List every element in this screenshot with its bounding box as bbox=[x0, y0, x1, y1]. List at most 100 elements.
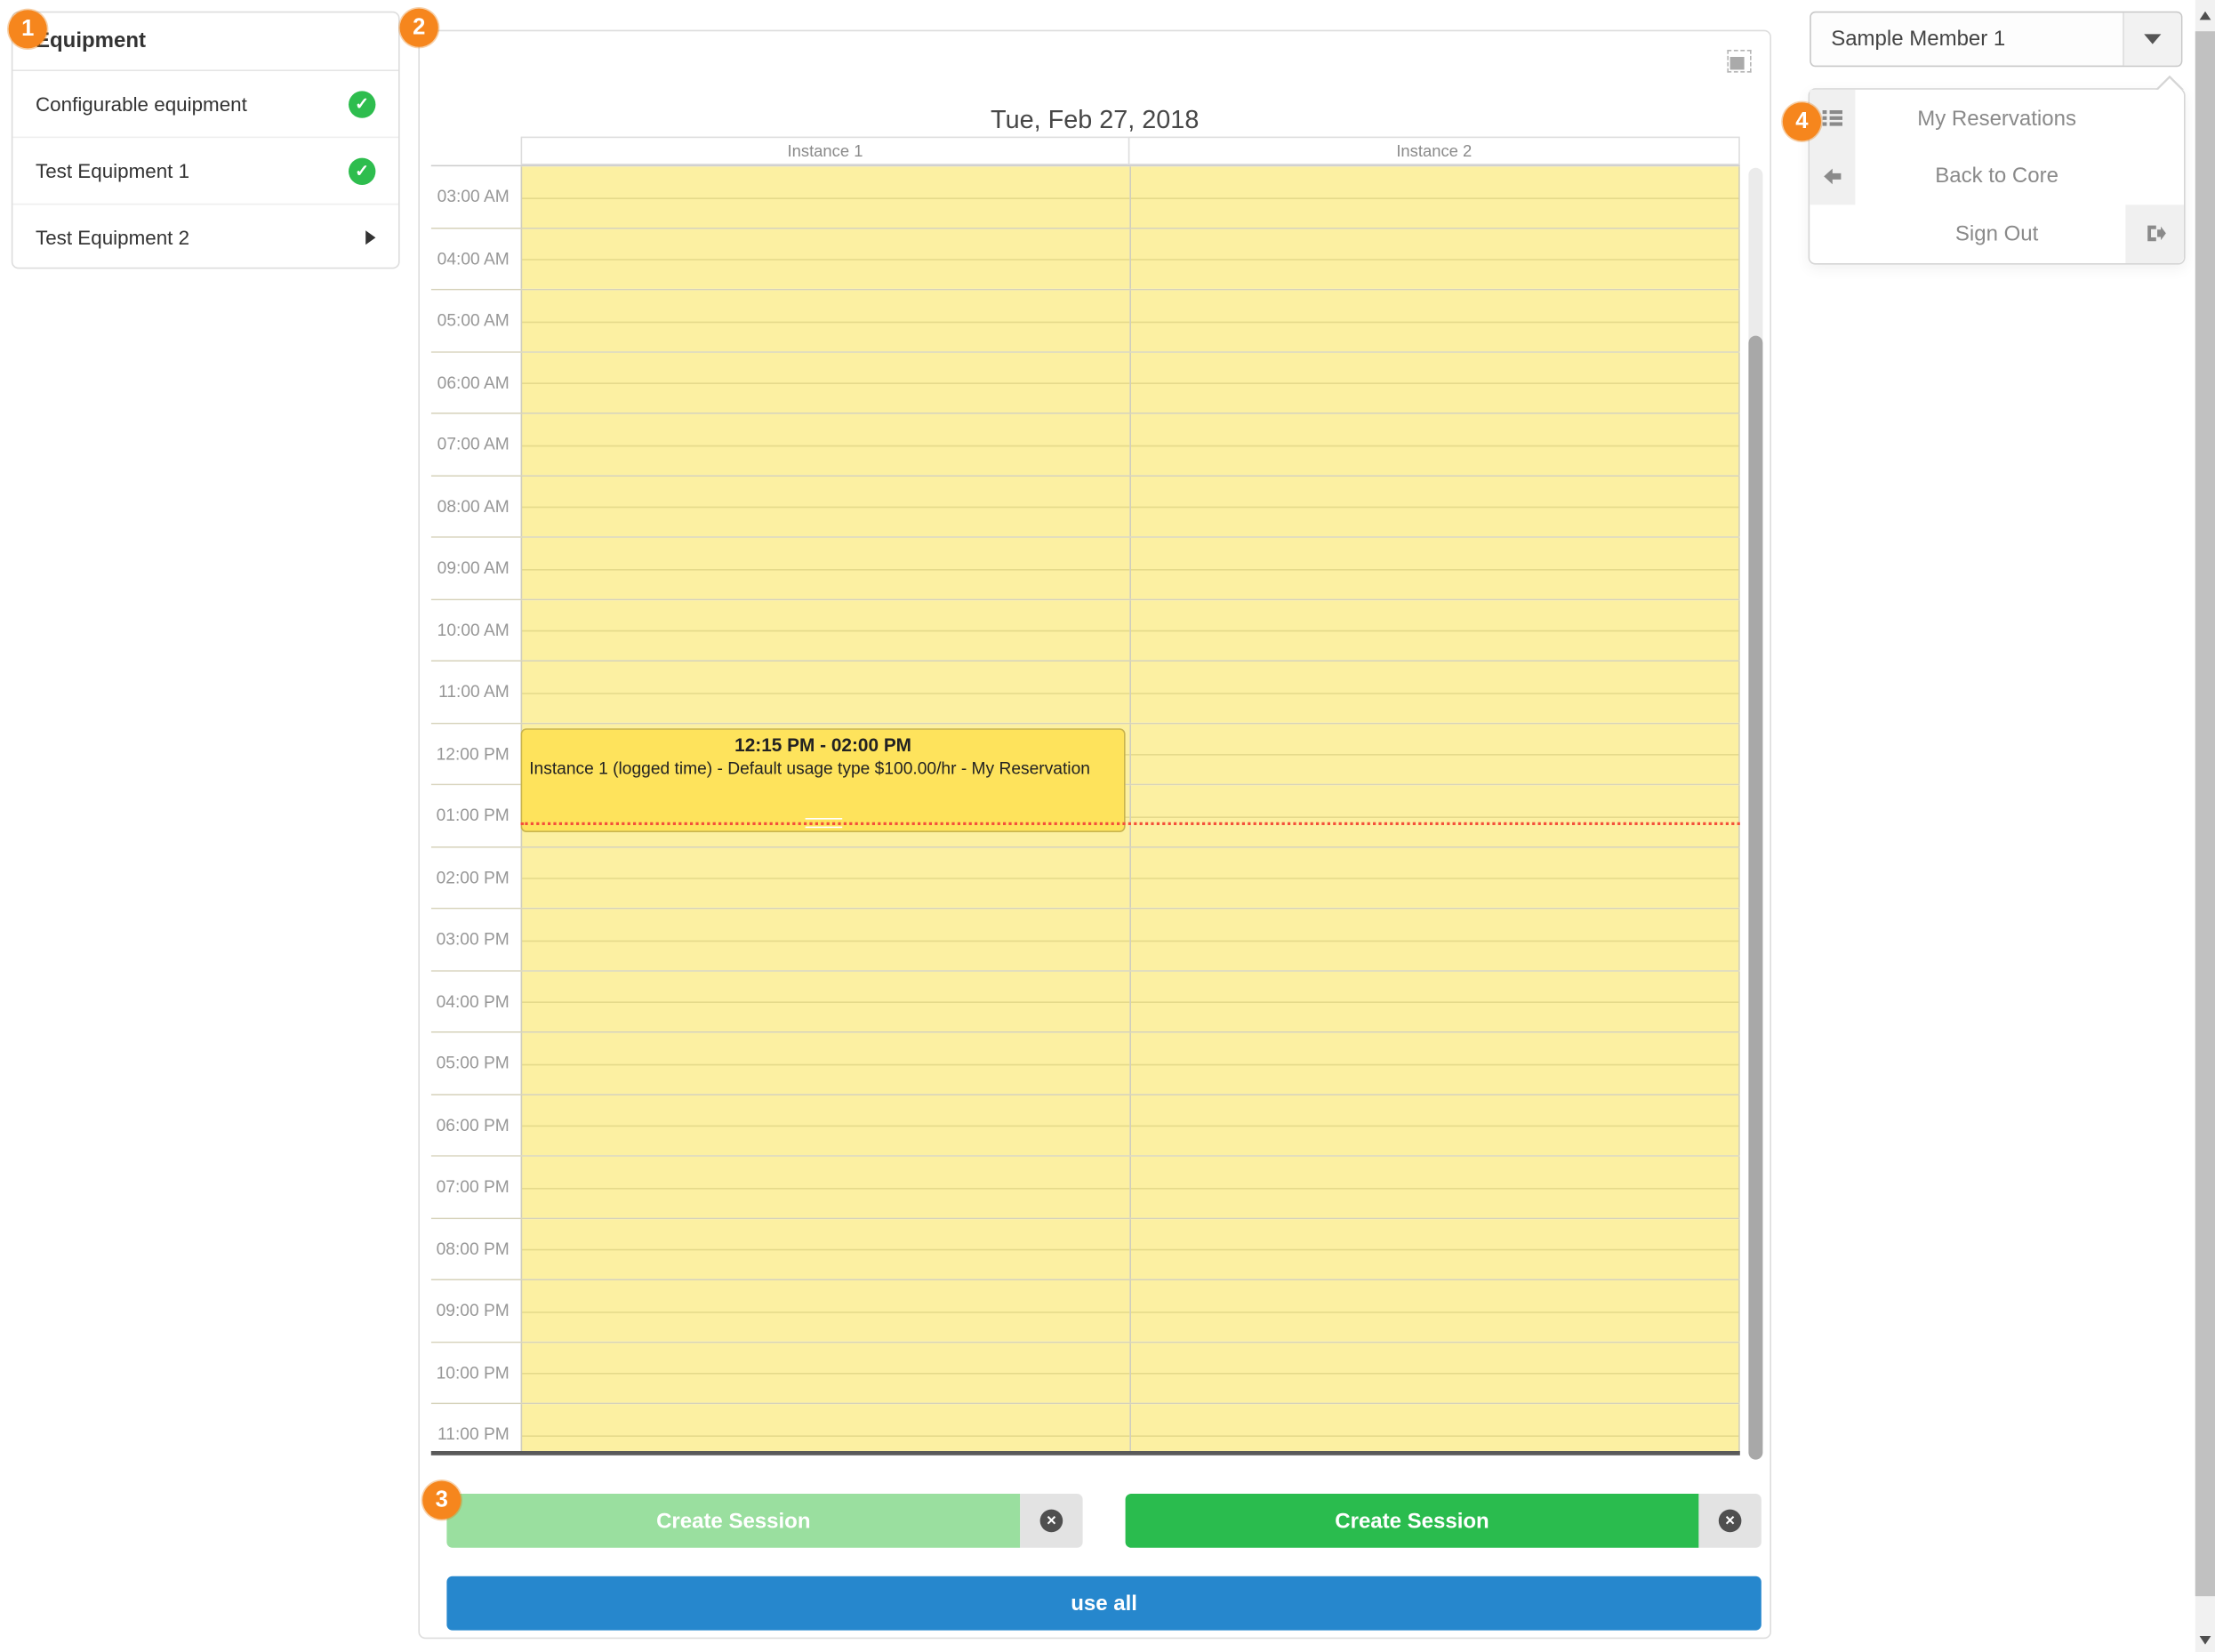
grid-cell-instance-2[interactable] bbox=[1129, 538, 1739, 598]
grid-cell-instance-1[interactable] bbox=[521, 1095, 1130, 1155]
reservation-event[interactable]: 12:15 PM - 02:00 PM Instance 1 (logged t… bbox=[521, 728, 1126, 832]
grid-cell-instance-2[interactable] bbox=[1129, 662, 1739, 722]
menu-item-sign-out[interactable]: Sign Out bbox=[1810, 205, 2184, 263]
grid-cell-instance-1[interactable] bbox=[521, 352, 1130, 413]
time-label: 03:00 AM bbox=[431, 166, 521, 227]
menu-item-my-reservations[interactable]: My Reservations bbox=[1810, 90, 2184, 148]
menu-item-label: My Reservations bbox=[1917, 107, 2076, 131]
grid-cell-instance-1[interactable] bbox=[521, 909, 1130, 969]
time-row: 08:00 PM bbox=[431, 1218, 1740, 1280]
grid-cell-instance-2[interactable] bbox=[1129, 290, 1739, 350]
scroll-up-arrow-icon[interactable] bbox=[2200, 12, 2211, 20]
current-time-indicator bbox=[521, 822, 1740, 825]
time-row: 02:00 PM bbox=[431, 847, 1740, 910]
grid-cell-instance-2[interactable] bbox=[1129, 1095, 1739, 1155]
grid-cell-instance-1[interactable] bbox=[521, 1404, 1130, 1452]
equipment-item-label: Configurable equipment bbox=[36, 92, 247, 116]
grid-cell-instance-2[interactable] bbox=[1129, 785, 1739, 846]
user-menu-popover: My Reservations Back to Core Sign Out bbox=[1809, 88, 2186, 264]
use-all-button[interactable]: use all bbox=[446, 1576, 1761, 1631]
grid-cell-instance-1[interactable] bbox=[521, 847, 1130, 908]
annotation-badge-1: 1 bbox=[9, 10, 47, 48]
equipment-item-test-equipment-2[interactable]: Test Equipment 2 bbox=[12, 204, 398, 269]
time-row: 10:00 PM bbox=[431, 1343, 1740, 1405]
dropdown-caret-area[interactable] bbox=[2123, 12, 2181, 65]
check-circle-icon: ✓ bbox=[349, 157, 375, 184]
scroll-down-arrow-icon[interactable] bbox=[2200, 1636, 2211, 1645]
grid-cell-instance-1[interactable] bbox=[521, 1157, 1130, 1217]
user-dropdown-label: Sample Member 1 bbox=[1831, 12, 2005, 65]
grid-cell-instance-1[interactable] bbox=[521, 229, 1130, 289]
grid-bottom-divider bbox=[431, 1451, 1740, 1456]
time-label: 07:00 PM bbox=[431, 1157, 521, 1217]
grid-cell-instance-2[interactable] bbox=[1129, 229, 1739, 289]
user-dropdown-button[interactable]: Sample Member 1 bbox=[1810, 12, 2182, 67]
annotation-badge-2: 2 bbox=[400, 9, 438, 47]
grid-cell-instance-1[interactable] bbox=[521, 1033, 1130, 1094]
grid-cell-instance-1[interactable] bbox=[521, 538, 1130, 598]
grid-cell-instance-2[interactable] bbox=[1129, 476, 1739, 536]
time-row: 06:00 AM bbox=[431, 352, 1740, 414]
time-row: 11:00 PM bbox=[431, 1404, 1740, 1452]
column-header-instance-1: Instance 1 bbox=[521, 137, 1130, 165]
time-label: 09:00 PM bbox=[431, 1280, 521, 1341]
create-session-button[interactable]: Create Session bbox=[1126, 1494, 1699, 1548]
grid-cell-instance-2[interactable] bbox=[1129, 414, 1739, 475]
grid-cell-instance-2[interactable] bbox=[1129, 1033, 1739, 1094]
time-label: 05:00 AM bbox=[431, 290, 521, 350]
page: Equipment Configurable equipment ✓ Test … bbox=[0, 0, 2215, 1652]
time-label: 01:00 PM bbox=[431, 785, 521, 846]
grid-cell-instance-2[interactable] bbox=[1129, 1404, 1739, 1452]
time-row: 03:00 PM bbox=[431, 909, 1740, 971]
grid-cell-instance-1[interactable] bbox=[521, 1280, 1130, 1341]
time-row: 05:00 PM bbox=[431, 1033, 1740, 1095]
fullscreen-icon[interactable] bbox=[1727, 50, 1751, 73]
page-scrollbar-thumb[interactable] bbox=[2195, 31, 2215, 1596]
grid-cell-instance-1[interactable] bbox=[521, 971, 1130, 1031]
annotation-badge-4: 4 bbox=[1783, 102, 1821, 140]
grid-cell-instance-2[interactable] bbox=[1129, 847, 1739, 908]
grid-cell-instance-2[interactable] bbox=[1129, 1157, 1739, 1217]
time-label: 08:00 PM bbox=[431, 1218, 521, 1279]
grid-cell-instance-1[interactable] bbox=[521, 599, 1130, 660]
page-scrollbar bbox=[2195, 0, 2215, 1652]
equipment-item-configurable-equipment[interactable]: Configurable equipment ✓ bbox=[12, 71, 398, 138]
grid-cell-instance-2[interactable] bbox=[1129, 352, 1739, 413]
grid-cell-instance-2[interactable] bbox=[1129, 599, 1739, 660]
grid-cell-instance-2[interactable] bbox=[1129, 1218, 1739, 1279]
time-label: 11:00 AM bbox=[431, 662, 521, 722]
menu-item-back-to-core[interactable]: Back to Core bbox=[1810, 148, 2184, 205]
grid-cell-instance-2[interactable] bbox=[1129, 1280, 1739, 1341]
equipment-item-label: Test Equipment 1 bbox=[36, 159, 189, 182]
grid-cell-instance-1[interactable] bbox=[521, 1218, 1130, 1279]
grid-cell-instance-1[interactable] bbox=[521, 414, 1130, 475]
grid-cell-instance-1[interactable] bbox=[521, 662, 1130, 722]
grid-cell-instance-2[interactable] bbox=[1129, 971, 1739, 1031]
create-session-group-instance-2: Create Session ✕ bbox=[1126, 1494, 1762, 1548]
time-label: 08:00 AM bbox=[431, 476, 521, 536]
grid-cell-instance-2[interactable] bbox=[1129, 909, 1739, 969]
x-circle-icon: ✕ bbox=[1040, 1510, 1063, 1533]
equipment-item-test-equipment-1[interactable]: Test Equipment 1 ✓ bbox=[12, 138, 398, 204]
time-label: 09:00 AM bbox=[431, 538, 521, 598]
calendar-scrollbar-thumb[interactable] bbox=[1748, 336, 1762, 1460]
calendar-panel: Tue, Feb 27, 2018 Instance 1 Instance 2 … bbox=[418, 30, 1771, 1640]
time-row: 10:00 AM bbox=[431, 599, 1740, 662]
create-session-button-disabled[interactable]: Create Session bbox=[446, 1494, 1020, 1548]
grid-cell-instance-1[interactable] bbox=[521, 166, 1130, 227]
grid-cell-instance-1[interactable] bbox=[521, 476, 1130, 536]
time-row: 09:00 PM bbox=[431, 1280, 1740, 1343]
grid-cell-instance-2[interactable] bbox=[1129, 1343, 1739, 1403]
grid-cell-instance-1[interactable] bbox=[521, 290, 1130, 350]
time-row: 07:00 PM bbox=[431, 1157, 1740, 1219]
column-header-instance-2: Instance 2 bbox=[1128, 137, 1740, 165]
time-row: 06:00 PM bbox=[431, 1095, 1740, 1157]
grid-cell-instance-2[interactable] bbox=[1129, 166, 1739, 227]
grid-cell-instance-2[interactable] bbox=[1129, 724, 1739, 784]
time-label: 10:00 PM bbox=[431, 1343, 521, 1403]
remove-session-button[interactable]: ✕ bbox=[1020, 1494, 1082, 1548]
check-circle-icon: ✓ bbox=[349, 91, 375, 117]
remove-session-button[interactable]: ✕ bbox=[1698, 1494, 1761, 1548]
time-row: 03:00 AM bbox=[431, 166, 1740, 229]
grid-cell-instance-1[interactable] bbox=[521, 1343, 1130, 1403]
